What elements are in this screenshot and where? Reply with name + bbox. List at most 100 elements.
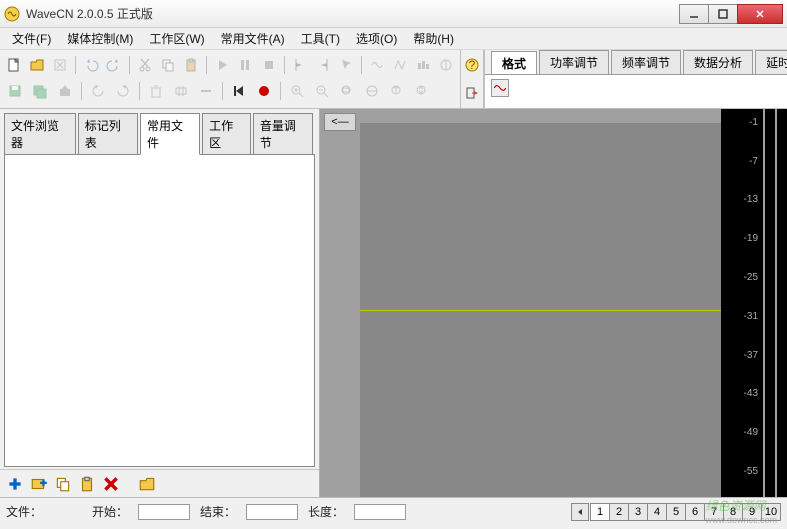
page-2[interactable]: 2 [609,503,629,521]
page-3[interactable]: 3 [628,503,648,521]
back-button[interactable]: <— [324,113,356,131]
delete-icon[interactable] [145,80,167,102]
silence-icon[interactable] [195,80,217,102]
tab-format[interactable]: 格式 [491,51,537,74]
menu-media[interactable]: 媒体控制(M) [59,28,141,49]
effect4-icon[interactable] [436,54,456,76]
menu-workspace[interactable]: 工作区(W) [141,28,212,49]
zoom-out-icon[interactable] [311,80,333,102]
right-tab-body [485,74,787,108]
close-file-icon[interactable] [50,54,70,76]
zoom-fit-icon[interactable] [361,80,383,102]
left-panel-buttons [0,469,319,497]
page-7[interactable]: 7 [704,503,724,521]
stop-icon[interactable] [259,54,279,76]
page-prev-icon[interactable] [571,503,589,521]
save-icon[interactable] [4,80,26,102]
db-tick: -7 [719,156,761,167]
left-tab-common[interactable]: 常用文件 [140,113,200,155]
history-redo-icon[interactable] [112,80,134,102]
toolbar-area: ? 格式 功率调节 频率调节 数据分析 延时 产 [0,50,787,109]
start-marker-icon[interactable] [289,54,309,76]
zoom-in-icon[interactable] [286,80,308,102]
page-4[interactable]: 4 [647,503,667,521]
tab-data[interactable]: 数据分析 [683,50,753,74]
start-label: 开始： [92,503,128,520]
history-undo-icon[interactable] [87,80,109,102]
trim-icon[interactable] [170,80,192,102]
db-meter-right [777,109,787,497]
copy-icon[interactable] [158,54,178,76]
page-6[interactable]: 6 [685,503,705,521]
menu-tools[interactable]: 工具(T) [293,28,348,49]
page-10[interactable]: 10 [761,503,781,521]
db-meter-left [765,109,775,497]
zoom-sel-icon[interactable] [336,80,358,102]
copy-item-icon[interactable] [54,475,72,493]
tab-freq[interactable]: 频率调节 [611,50,681,74]
page-1[interactable]: 1 [590,503,610,521]
play-icon[interactable] [212,54,232,76]
menu-options[interactable]: 选项(O) [348,28,405,49]
left-tab-marks[interactable]: 标记列表 [78,113,138,155]
new-file-icon[interactable] [4,54,24,76]
effect2-icon[interactable] [390,54,410,76]
db-tick: -37 [719,350,761,361]
common-files-list[interactable] [4,154,315,467]
cut-icon[interactable] [135,54,155,76]
open-folder-icon[interactable] [138,475,156,493]
wave-canvas[interactable] [360,123,721,497]
start-value[interactable] [138,504,190,520]
app-icon [4,6,20,22]
menu-common[interactable]: 常用文件(A) [213,28,293,49]
pause-icon[interactable] [235,54,255,76]
window-title: WaveCN 2.0.0.5 正式版 [26,5,680,22]
effect3-icon[interactable] [413,54,433,76]
zoom-v-out-icon[interactable] [411,80,433,102]
paste-item-icon[interactable] [78,475,96,493]
save-as-icon[interactable] [29,80,51,102]
help-icon[interactable]: ? [461,54,483,76]
toolbar-help-column: ? [460,50,484,108]
close-button[interactable] [737,4,783,24]
cursor-icon[interactable] [336,54,356,76]
paste-icon[interactable] [181,54,201,76]
menu-file[interactable]: 文件(F) [4,28,59,49]
left-tab-browser[interactable]: 文件浏览器 [4,113,76,155]
svg-text:?: ? [469,58,476,72]
remove-item-icon[interactable] [102,475,120,493]
add-folder-icon[interactable] [30,475,48,493]
title-bar: WaveCN 2.0.0.5 正式版 [0,0,787,28]
page-8[interactable]: 8 [723,503,743,521]
record-icon[interactable] [253,80,275,102]
left-tab-volume[interactable]: 音量调节 [253,113,313,155]
end-value[interactable] [246,504,298,520]
export-icon[interactable] [54,80,76,102]
left-panel: 文件浏览器 标记列表 常用文件 工作区 音量调节 [0,109,320,497]
menu-help[interactable]: 帮助(H) [405,28,462,49]
end-marker-icon[interactable] [313,54,333,76]
tab-delay[interactable]: 延时 [755,50,787,74]
format-wave-icon[interactable] [491,79,509,97]
wave-gutter: <— [320,109,360,497]
page-5[interactable]: 5 [666,503,686,521]
exit-icon[interactable] [461,82,483,104]
length-value[interactable] [354,504,406,520]
minimize-button[interactable] [679,4,709,24]
open-file-icon[interactable] [27,54,47,76]
undo-icon[interactable] [81,54,101,76]
redo-icon[interactable] [104,54,124,76]
right-tab-area: 格式 功率调节 频率调节 数据分析 延时 产 [484,50,787,108]
maximize-button[interactable] [708,4,738,24]
main-area: 文件浏览器 标记列表 常用文件 工作区 音量调节 <— [0,109,787,497]
zoom-v-in-icon[interactable] [386,80,408,102]
add-item-icon[interactable] [6,475,24,493]
db-tick: -55 [719,466,761,477]
page-9[interactable]: 9 [742,503,762,521]
effect1-icon[interactable] [367,54,387,76]
tab-power[interactable]: 功率调节 [539,50,609,74]
menu-bar: 文件(F) 媒体控制(M) 工作区(W) 常用文件(A) 工具(T) 选项(O)… [0,28,787,50]
wave-ruler[interactable] [360,109,721,123]
go-start-icon[interactable] [228,80,250,102]
left-tab-workspace[interactable]: 工作区 [202,113,251,155]
